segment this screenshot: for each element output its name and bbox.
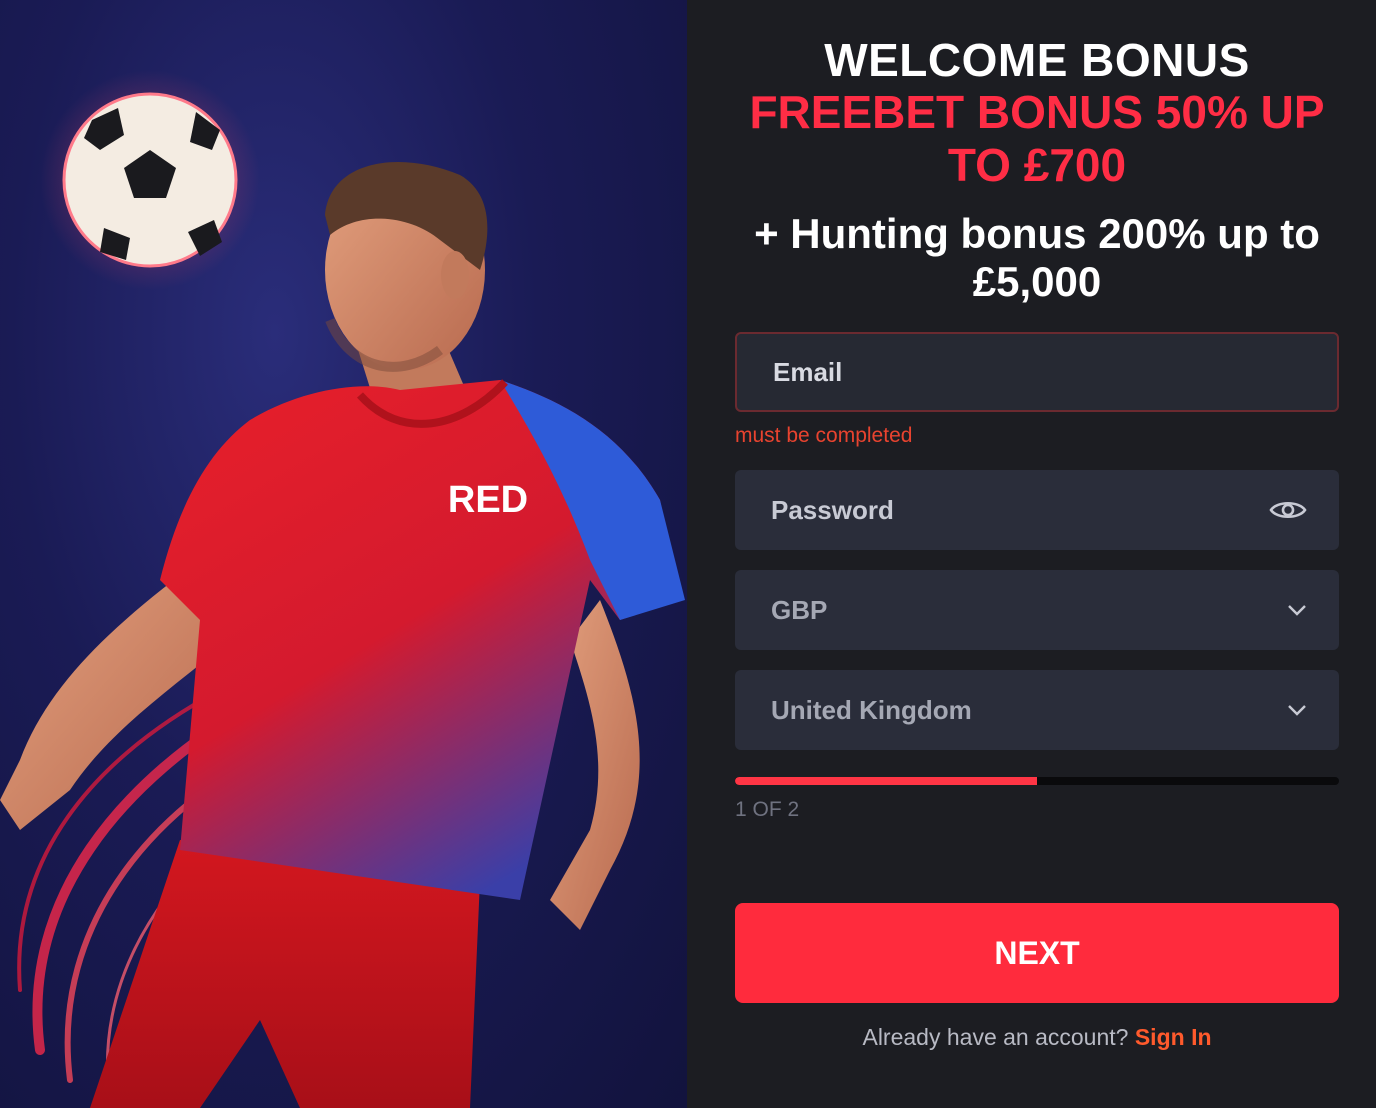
shirt-text: RED [448,479,528,521]
signup-panel: WELCOME BONUS FREEBET BONUS 50% UP TO £7… [687,0,1376,1108]
chevron-down-icon [1287,704,1307,716]
signin-prompt: Already have an account? [862,1024,1129,1050]
hero-image: RED [0,0,687,1108]
country-select[interactable]: United Kingdom [735,670,1339,750]
soccer-ball [62,92,238,268]
email-placeholder: Email [773,356,843,387]
chevron-down-icon [1287,604,1307,616]
step-progress-bar [735,777,1339,785]
promo-title: WELCOME BONUS [824,34,1250,86]
footballer-illustration: RED [0,70,685,1108]
currency-select[interactable]: GBP [735,570,1339,650]
password-placeholder: Password [771,494,894,525]
step-indicator: 1 OF 2 [735,798,800,821]
signin-line: Already have an account? Sign In [735,1024,1339,1051]
currency-value: GBP [771,594,828,625]
email-error-message: must be completed [735,424,913,447]
promo-extra: + Hunting bonus 200% up to £5,000 [754,210,1320,305]
signin-link[interactable]: Sign In [1135,1024,1212,1050]
next-button[interactable]: NEXT [735,903,1339,1003]
country-value: United Kingdom [771,694,972,725]
email-field[interactable]: Email [735,332,1339,412]
step-progress-fill [735,777,1037,785]
eye-icon[interactable] [1269,497,1307,523]
promo-offer: FREEBET BONUS 50% UP TO £700 [749,86,1325,191]
password-field[interactable]: Password [735,470,1339,550]
